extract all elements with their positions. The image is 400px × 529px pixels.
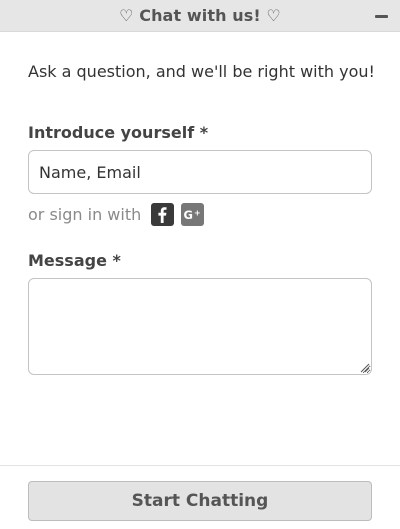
google-plus-signin-button[interactable]: G +: [181, 202, 205, 226]
svg-text:+: +: [194, 208, 201, 217]
message-textarea[interactable]: [28, 278, 372, 375]
chat-header: ♡ Chat with us! ♡: [0, 0, 400, 32]
svg-text:G: G: [184, 208, 193, 222]
minimize-icon: [374, 14, 388, 18]
name-email-input[interactable]: [28, 150, 372, 194]
introduce-yourself-label: Introduce yourself *: [28, 123, 209, 142]
google-plus-icon: G +: [184, 208, 201, 222]
start-chatting-button[interactable]: Start Chatting: [28, 481, 372, 521]
footer-divider: [0, 465, 400, 466]
message-label: Message *: [28, 251, 121, 270]
chat-title: ♡ Chat with us! ♡: [119, 6, 281, 25]
signin-text: or sign in with: [28, 204, 142, 224]
minimize-button[interactable]: [372, 6, 390, 24]
facebook-signin-button[interactable]: [151, 202, 175, 226]
intro-text: Ask a question, and we'll be right with …: [28, 62, 375, 81]
facebook-icon: [158, 206, 167, 223]
social-signin: or sign in with G +: [28, 202, 205, 226]
